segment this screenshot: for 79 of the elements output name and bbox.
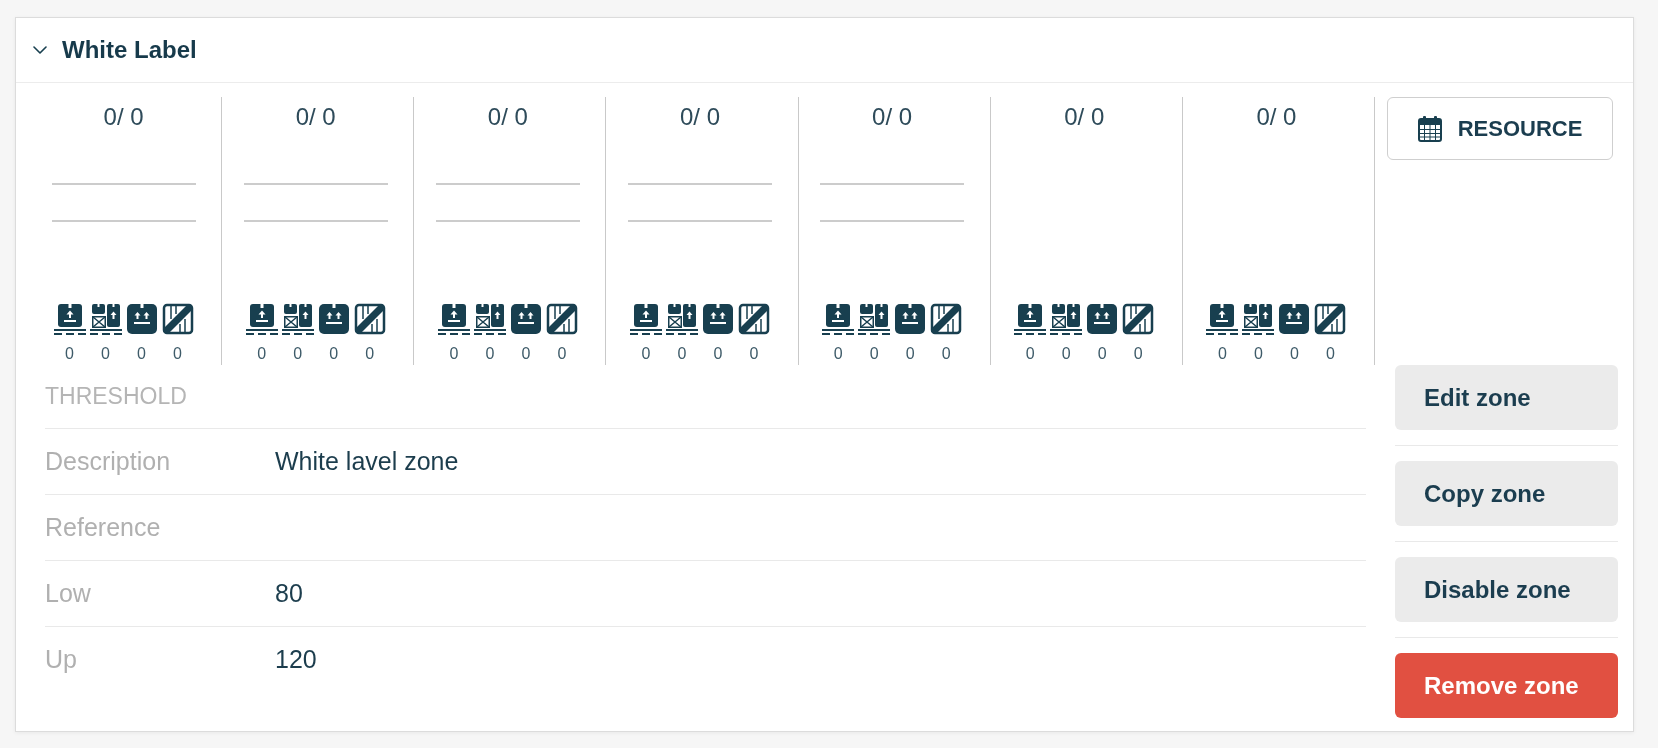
crate-icon — [545, 303, 578, 335]
stacked-boxes-icon — [89, 303, 122, 335]
section-heading: THRESHOLD — [45, 383, 187, 410]
field-value: 120 — [275, 645, 317, 674]
stacked-boxes-icon — [666, 303, 698, 335]
item-count: 0 — [1025, 344, 1035, 364]
package-icon — [509, 303, 542, 335]
capacity-ratio: 0/ 0 — [295, 103, 336, 131]
box-on-pallet-icon — [437, 303, 470, 335]
stacked-boxes-icon — [1050, 303, 1083, 335]
zone-action-button[interactable]: Disable zone — [1395, 557, 1618, 622]
field-label: Up — [45, 645, 78, 674]
package-icon — [702, 303, 734, 335]
crate-icon — [353, 303, 386, 335]
item-count: 0 — [1061, 344, 1071, 364]
item-count: 0 — [521, 344, 531, 364]
item-count: 0 — [833, 344, 843, 364]
crate-icon — [1314, 303, 1347, 335]
field-label: Reference — [45, 513, 162, 542]
resource-button[interactable]: RESOURCE — [1387, 97, 1613, 160]
item-count: 0 — [137, 344, 146, 364]
item-count: 0 — [749, 344, 759, 364]
box-on-pallet-icon — [1014, 303, 1047, 335]
crate-icon — [930, 303, 963, 335]
item-count: 0 — [257, 344, 267, 364]
package-icon — [125, 303, 158, 335]
crate-icon — [1122, 303, 1155, 335]
stacked-boxes-icon — [1242, 303, 1275, 335]
item-count: 0 — [557, 344, 567, 364]
item-count: 0 — [365, 344, 375, 364]
box-on-pallet-icon — [1206, 303, 1239, 335]
field-value: 80 — [275, 579, 303, 608]
box-on-pallet-icon — [822, 303, 855, 335]
box-on-pallet-icon — [630, 303, 662, 335]
item-count: 0 — [293, 344, 303, 364]
item-count: 0 — [1133, 344, 1143, 364]
crate-icon — [161, 303, 194, 335]
item-count: 0 — [1217, 344, 1227, 364]
item-count: 0 — [173, 344, 182, 364]
chevron-down-icon[interactable] — [33, 46, 47, 54]
item-count: 0 — [869, 344, 879, 364]
capacity-ratio: 0/ 0 — [872, 103, 913, 131]
item-count: 0 — [485, 344, 495, 364]
field-label: Description — [45, 447, 172, 476]
item-count: 0 — [905, 344, 915, 364]
panel-title: White Label — [62, 36, 197, 64]
item-count: 0 — [1253, 344, 1263, 364]
package-icon — [1086, 303, 1119, 335]
item-count: 0 — [101, 344, 110, 364]
capacity-ratio: 0/ 0 — [1256, 103, 1297, 131]
danger-action-button[interactable]: Remove zone — [1395, 653, 1618, 718]
item-count: 0 — [65, 344, 74, 364]
item-count: 0 — [677, 344, 687, 364]
capacity-ratio: 0/ 0 — [679, 103, 720, 131]
capacity-ratio: 0/ 0 — [103, 103, 144, 131]
capacity-ratio: 0/ 0 — [487, 103, 528, 131]
zone-action-button[interactable]: Copy zone — [1395, 461, 1618, 526]
field-label: Low — [45, 579, 92, 608]
item-count: 0 — [713, 344, 723, 364]
box-on-pallet-icon — [245, 303, 278, 335]
zone-action-button[interactable]: Edit zone — [1395, 365, 1618, 430]
capacity-ratio: 0/ 0 — [1064, 103, 1105, 131]
item-count: 0 — [941, 344, 951, 364]
field-value: White lavel zone — [275, 447, 459, 476]
item-count: 0 — [449, 344, 459, 364]
stacked-boxes-icon — [281, 303, 314, 335]
package-icon — [894, 303, 927, 335]
item-count: 0 — [1097, 344, 1107, 364]
stacked-boxes-icon — [473, 303, 506, 335]
item-count: 0 — [329, 344, 339, 364]
crate-icon — [738, 303, 770, 335]
stacked-boxes-icon — [858, 303, 891, 335]
calendar-icon — [1417, 115, 1442, 142]
item-count: 0 — [1325, 344, 1335, 364]
item-count: 0 — [641, 344, 651, 364]
item-count: 0 — [1289, 344, 1299, 364]
package-icon — [317, 303, 350, 335]
package-icon — [1278, 303, 1311, 335]
box-on-pallet-icon — [53, 303, 86, 335]
